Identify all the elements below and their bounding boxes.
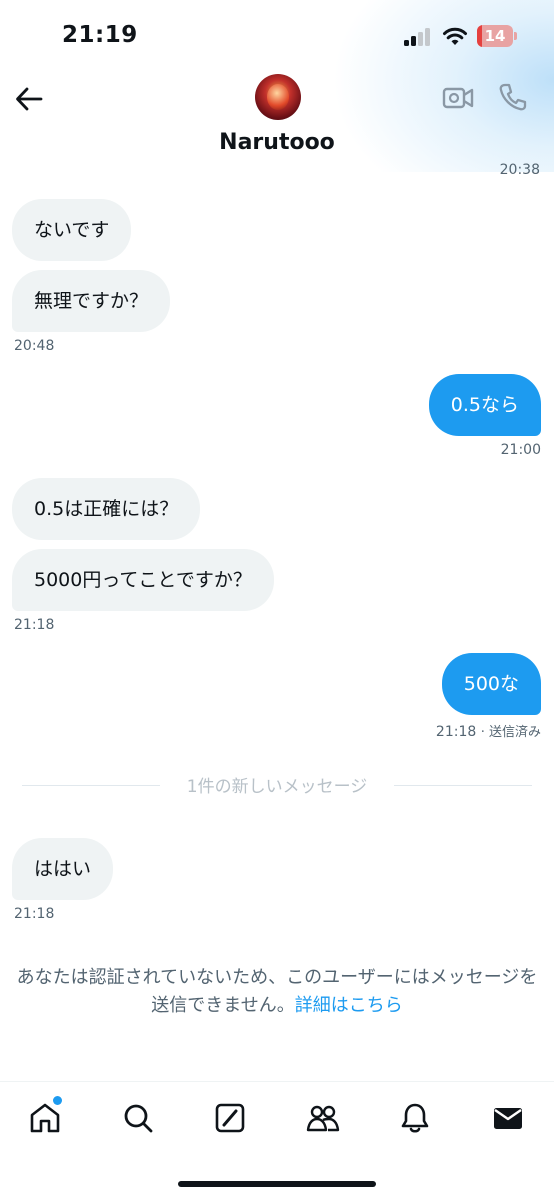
battery-percent: 14 bbox=[484, 27, 506, 45]
message-timestamp: 20:38 bbox=[499, 162, 540, 178]
wifi-icon bbox=[443, 27, 467, 45]
video-call-icon[interactable] bbox=[442, 84, 474, 112]
message-timestamp: 21:18 bbox=[14, 906, 55, 922]
incoming-message[interactable]: 5000円ってことですか？ bbox=[12, 549, 274, 611]
home-notification-dot bbox=[53, 1096, 62, 1105]
avatar[interactable] bbox=[255, 74, 301, 120]
message-status: 21:18 · 送信済み bbox=[436, 721, 541, 740]
tab-communities[interactable] bbox=[305, 1100, 341, 1136]
status-time: 21:19 bbox=[62, 22, 138, 48]
tab-home[interactable] bbox=[27, 1100, 63, 1136]
messages-icon bbox=[494, 1108, 522, 1129]
message-timestamp: 20:48 bbox=[14, 338, 55, 354]
communities-icon bbox=[306, 1105, 340, 1132]
status-bar: 21:19 14 bbox=[0, 0, 554, 70]
home-indicator bbox=[178, 1181, 376, 1187]
tab-grok[interactable] bbox=[212, 1100, 248, 1136]
sent-status: · 送信済み bbox=[480, 725, 541, 740]
grok-icon bbox=[215, 1103, 245, 1133]
tab-search[interactable] bbox=[120, 1100, 156, 1136]
message-timestamp: 21:00 bbox=[500, 442, 541, 458]
unverified-notice: あなたは認証されていないため、このユーザーにはメッセージを送信できません。詳細は… bbox=[16, 964, 538, 1020]
phone-call-icon[interactable] bbox=[498, 82, 528, 112]
outgoing-message[interactable]: 500な bbox=[441, 653, 541, 715]
message-timestamp: 21:18 bbox=[435, 724, 477, 740]
message-timestamp: 21:18 bbox=[14, 617, 55, 633]
notifications-icon bbox=[401, 1103, 429, 1133]
search-icon bbox=[124, 1104, 153, 1133]
incoming-message[interactable]: 0.5は正確には？ bbox=[12, 478, 201, 540]
incoming-message[interactable]: ないです bbox=[12, 199, 132, 261]
notice-text: あなたは認証されていないため、このユーザーにはメッセージを送信できません。 bbox=[16, 967, 538, 1016]
contact-name[interactable]: Narutooo bbox=[0, 130, 554, 155]
new-messages-divider: 1件の新しいメッセージ bbox=[186, 777, 368, 797]
incoming-message[interactable]: ははい bbox=[12, 838, 114, 900]
tab-notifications[interactable] bbox=[397, 1100, 433, 1136]
home-icon bbox=[30, 1103, 60, 1133]
incoming-message[interactable]: 無理ですか？ bbox=[12, 270, 171, 332]
battery-icon: 14 bbox=[477, 25, 517, 47]
cellular-signal-icon bbox=[404, 28, 434, 46]
learn-more-link[interactable]: 詳細はこちら bbox=[295, 995, 403, 1016]
tab-messages[interactable] bbox=[490, 1100, 526, 1136]
back-arrow-icon[interactable] bbox=[14, 84, 44, 114]
outgoing-message[interactable]: 0.5なら bbox=[428, 374, 541, 436]
